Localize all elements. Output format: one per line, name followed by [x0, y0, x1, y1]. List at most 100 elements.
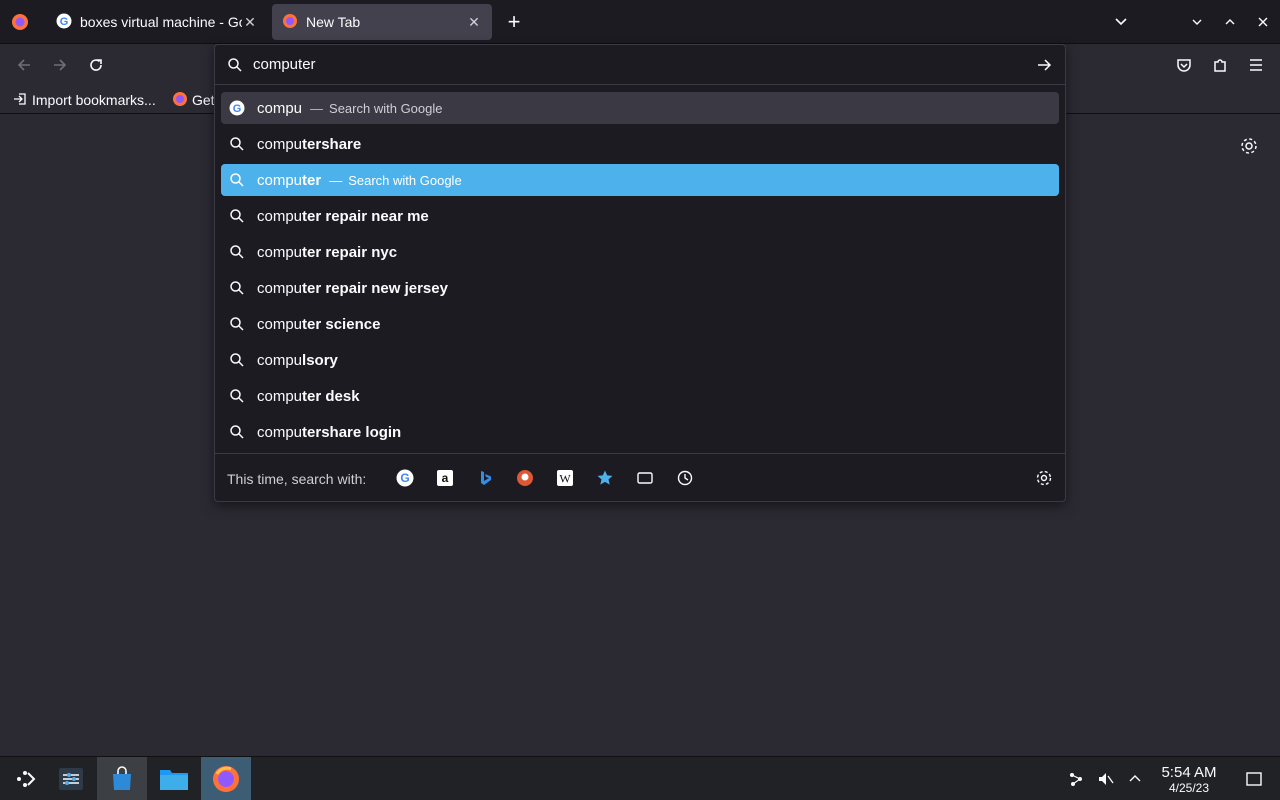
import-icon [12, 91, 28, 110]
google-icon[interactable]: G [395, 468, 415, 488]
discover-store-icon[interactable] [97, 757, 147, 800]
search-icon [229, 388, 245, 404]
suggestion-completion-text: tershare [302, 135, 362, 153]
new-tab-button[interactable]: + [502, 9, 526, 34]
clock[interactable]: 5:54 AM 4/25/23 [1152, 764, 1226, 796]
go-arrow-icon[interactable] [1035, 56, 1053, 74]
tab-new-tab[interactable]: New Tab ✕ [272, 4, 492, 40]
suggestion-typed-text: compu [257, 315, 303, 333]
one-off-search-bar: This time, search with: G a W [215, 453, 1065, 501]
gear-icon[interactable] [1238, 135, 1260, 157]
search-icon [227, 57, 243, 73]
amazon-icon[interactable]: a [435, 468, 455, 488]
suggestion-completion-text: tershare login [302, 423, 402, 441]
suggestion-action: Search with Google [348, 172, 462, 188]
tab-title: boxes virtual machine - Go [80, 14, 242, 30]
suggestion-completion-text: ter desk [302, 387, 360, 405]
google-g-icon: G [229, 100, 245, 116]
bing-icon[interactable] [475, 468, 495, 488]
extensions-icon[interactable] [1208, 53, 1232, 77]
suggestion-separator: — [329, 172, 343, 188]
duckduckgo-icon[interactable] [515, 468, 535, 488]
search-icon [229, 280, 245, 296]
close-tab-icon[interactable]: ✕ [466, 14, 482, 30]
minimize-icon[interactable] [1187, 12, 1207, 32]
suggestion-row[interactable]: compu tershare [221, 128, 1059, 160]
bookmark-label: Import bookmarks... [32, 92, 156, 108]
svg-text:a: a [442, 471, 449, 485]
suggestion-action: Search with Google [329, 100, 443, 116]
suggestion-row[interactable]: compu ter science [221, 308, 1059, 340]
suggestion-typed-text: compu [257, 423, 303, 441]
reload-icon[interactable] [84, 53, 108, 77]
suggestion-row[interactable]: compu ter repair nyc [221, 236, 1059, 268]
url-input[interactable]: computer [215, 45, 1065, 85]
suggestion-row[interactable]: Gcompu — Search with Google [221, 92, 1059, 124]
one-off-label: This time, search with: [227, 471, 367, 487]
suggestion-typed-text: compu [257, 135, 303, 153]
close-window-icon[interactable] [1253, 12, 1273, 32]
search-icon [229, 352, 245, 368]
suggestion-typed-text: compu [257, 351, 303, 369]
suggestion-row[interactable]: compu ter desk [221, 380, 1059, 412]
svg-text:W: W [559, 472, 571, 486]
taskbar: 5:54 AM 4/25/23 [0, 756, 1280, 800]
suggestion-row[interactable]: compu tershare login [221, 416, 1059, 448]
suggestion-typed-text: compu [257, 99, 303, 117]
volume-muted-icon[interactable] [1096, 769, 1116, 789]
tab-google-search[interactable]: G boxes virtual machine - Go ✕ [46, 4, 268, 40]
file-manager-icon[interactable] [149, 757, 199, 800]
firefox-taskbar-icon[interactable] [201, 757, 251, 800]
suggestion-row[interactable]: compu ter repair new jersey [221, 272, 1059, 304]
search-icon [229, 136, 245, 152]
suggestion-row[interactable]: compu ter — Search with Google [221, 164, 1059, 196]
search-icon [229, 244, 245, 260]
tabs-icon[interactable] [635, 468, 655, 488]
back-arrow-icon[interactable] [12, 53, 36, 77]
firefox-icon [172, 91, 188, 110]
search-icon [229, 172, 245, 188]
suggestion-completion-text: ter repair near me [302, 207, 429, 225]
show-desktop-icon[interactable] [1244, 769, 1264, 789]
list-all-tabs-icon[interactable] [1110, 10, 1132, 32]
wikipedia-icon[interactable]: W [555, 468, 575, 488]
url-input-value[interactable]: computer [253, 56, 316, 73]
history-icon[interactable] [675, 468, 695, 488]
svg-text:G: G [400, 471, 409, 485]
system-settings-icon[interactable] [46, 757, 96, 800]
bookmark-get-started[interactable]: Get [172, 90, 215, 110]
search-icon [229, 424, 245, 440]
search-icon [229, 208, 245, 224]
suggestion-completion-text: ter [302, 171, 322, 189]
bookmarks-star-icon[interactable] [595, 468, 615, 488]
bookmark-label: Get [192, 92, 215, 108]
suggestion-typed-text: compu [257, 279, 303, 297]
suggestion-row[interactable]: compu ter repair near me [221, 200, 1059, 232]
maximize-icon[interactable] [1220, 12, 1240, 32]
suggestion-separator: — [310, 100, 324, 116]
tab-strip: G boxes virtual machine - Go ✕ New Tab ✕… [0, 0, 1280, 44]
urlbar-dropdown: computer Gcompu — Search with Google compu t… [214, 44, 1066, 502]
suggestion-typed-text: compu [257, 171, 303, 189]
suggestion-typed-text: compu [257, 387, 303, 405]
suggestion-completion-text: ter repair new jersey [302, 279, 448, 297]
suggestion-typed-text: compu [257, 243, 303, 261]
app-launcher-icon[interactable] [0, 757, 50, 800]
forward-arrow-icon[interactable] [48, 53, 72, 77]
clock-date: 4/25/23 [1168, 781, 1210, 795]
suggestion-completion-text: ter science [302, 315, 381, 333]
search-settings-gear-icon[interactable] [1035, 469, 1053, 487]
network-icon[interactable] [1066, 769, 1086, 789]
suggestion-completion-text: ter repair nyc [302, 243, 398, 261]
svg-text:G: G [60, 16, 69, 28]
firefox-view-icon[interactable] [8, 10, 32, 34]
clock-time: 5:54 AM [1161, 764, 1217, 781]
search-icon [229, 316, 245, 332]
pocket-icon[interactable] [1172, 53, 1196, 77]
tray-expand-icon[interactable] [1125, 769, 1145, 789]
tab-title: New Tab [306, 14, 361, 30]
menu-hamburger-icon[interactable] [1244, 53, 1268, 77]
bookmark-import[interactable]: Import bookmarks... [12, 90, 156, 110]
suggestion-row[interactable]: compu lsory [221, 344, 1059, 376]
close-tab-icon[interactable]: ✕ [242, 14, 258, 30]
